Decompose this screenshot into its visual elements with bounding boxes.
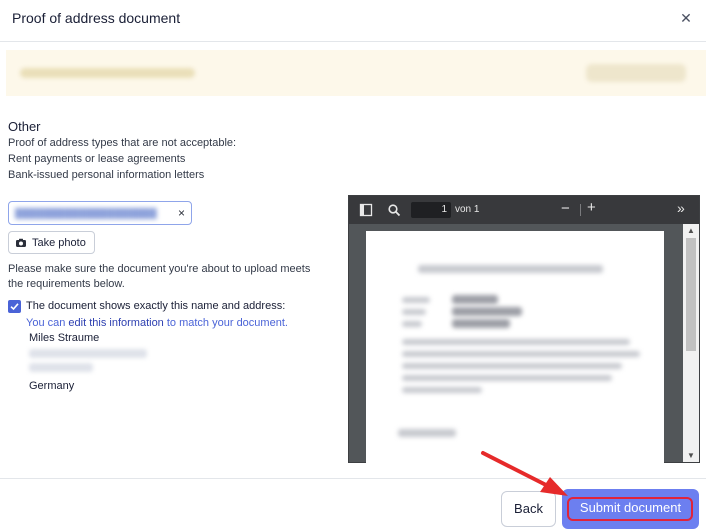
address-city-redacted (29, 363, 93, 372)
edit-info-link[interactable]: edit this information (68, 317, 163, 329)
pdf-scrollbar[interactable]: ▲ ▼ (683, 224, 699, 462)
requirements-text: the requirements below. (8, 278, 125, 290)
more-icon[interactable]: » (677, 200, 685, 216)
sidebar-icon[interactable] (359, 203, 373, 217)
notice-button-redacted[interactable] (586, 64, 686, 82)
search-icon[interactable] (387, 203, 401, 217)
edit-hint: You can edit this information to match y… (26, 317, 288, 329)
uploaded-file-chip[interactable]: ████████████████████ × (8, 201, 192, 225)
unacceptable-type-item: Rent payments or lease agreements (8, 153, 186, 165)
unacceptable-type-item: Bank-issued personal information letters (8, 169, 205, 181)
address-street-redacted (29, 349, 147, 358)
remove-file-icon[interactable]: × (178, 206, 185, 220)
camera-icon (16, 238, 26, 247)
modal-title: Proof of address document (12, 10, 181, 26)
close-icon[interactable]: ✕ (678, 10, 694, 26)
zoom-out-icon[interactable]: − (561, 200, 570, 217)
pdf-viewer[interactable]: 1 von 1 − + » ▲ ▼ (348, 195, 700, 463)
back-button[interactable]: Back (501, 491, 556, 527)
pdf-page-redacted (366, 231, 664, 463)
scroll-up-icon[interactable]: ▲ (687, 226, 695, 235)
modal-header: Proof of address document ✕ (0, 0, 706, 42)
confirm-label: The document shows exactly this name and… (26, 300, 286, 312)
toolbar-divider (580, 204, 581, 216)
hint-prefix: You can (26, 317, 69, 329)
take-photo-label: Take photo (32, 237, 86, 249)
confirm-checkbox[interactable] (8, 300, 21, 313)
zoom-in-icon[interactable]: + (587, 199, 596, 216)
page-number-input[interactable]: 1 (411, 202, 451, 218)
section-description: Proof of address types that are not acce… (8, 137, 237, 149)
pdf-toolbar: 1 von 1 − + » (349, 196, 699, 224)
address-country: Germany (29, 380, 75, 392)
submit-document-label: Submit document (579, 500, 682, 515)
submit-document-button[interactable]: Submit document (562, 489, 699, 529)
section-title: Other (8, 119, 41, 134)
notice-text-redacted (20, 68, 195, 78)
requirements-text: Please make sure the document you're abo… (8, 263, 311, 275)
file-name-redacted: ████████████████████ (15, 208, 157, 219)
scrollbar-thumb[interactable] (686, 238, 696, 351)
address-name: Miles Straume (29, 332, 100, 344)
page-count: von 1 (455, 204, 480, 215)
check-icon (10, 303, 19, 311)
hint-suffix: to match your document. (163, 317, 288, 329)
scroll-down-icon[interactable]: ▼ (687, 451, 695, 460)
notice-banner (6, 50, 706, 96)
take-photo-button[interactable]: Take photo (8, 231, 95, 254)
